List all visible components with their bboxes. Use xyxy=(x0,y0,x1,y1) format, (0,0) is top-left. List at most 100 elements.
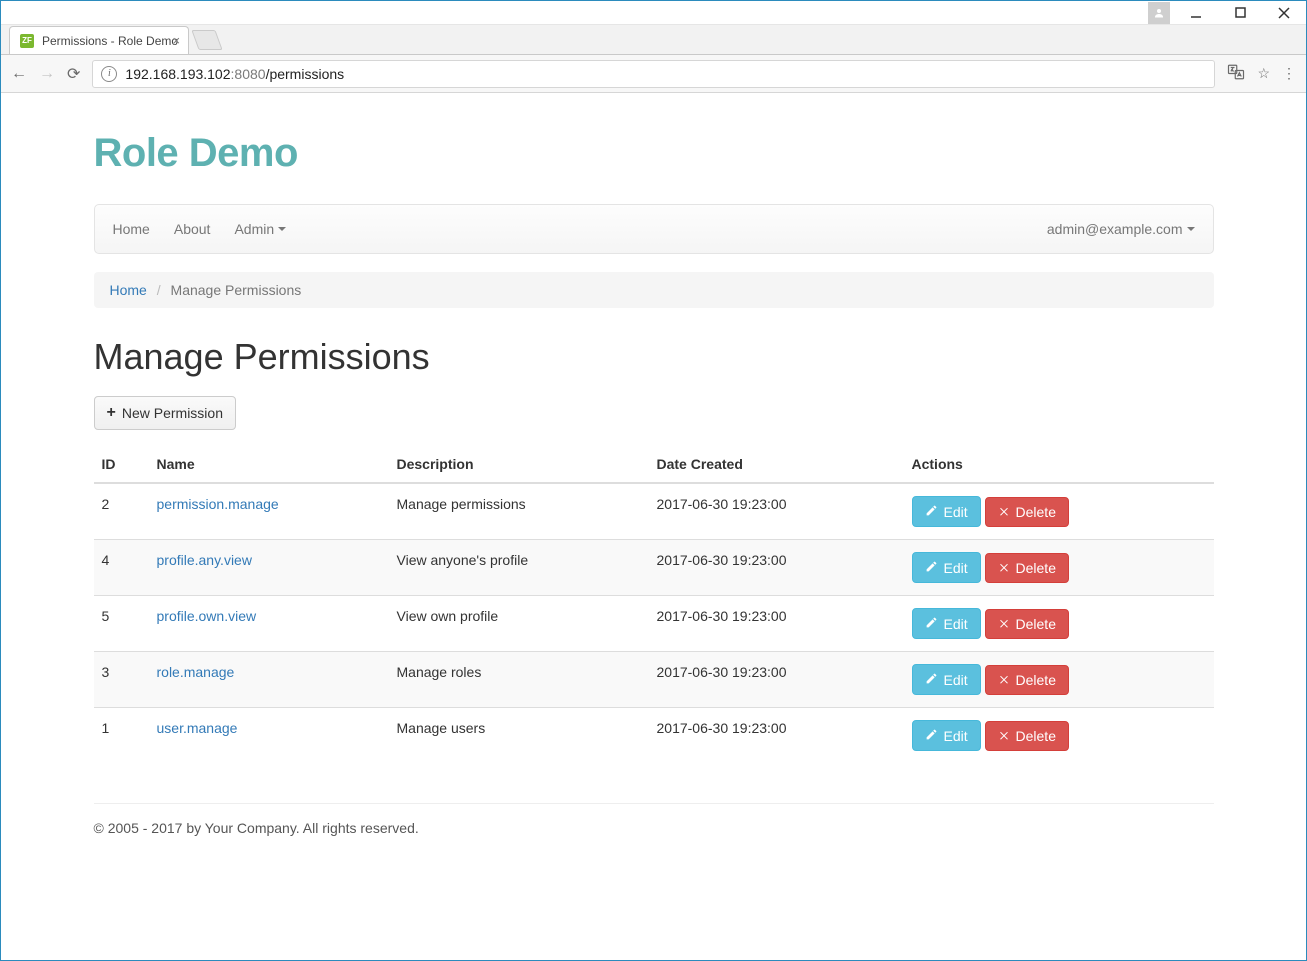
breadcrumb-home[interactable]: Home xyxy=(110,282,147,298)
cell-description: Manage users xyxy=(389,708,649,764)
plus-icon: + xyxy=(107,405,116,421)
forward-button: → xyxy=(39,65,55,83)
cell-date: 2017-06-30 19:23:00 xyxy=(649,483,904,540)
edit-button[interactable]: Edit xyxy=(912,720,981,751)
edit-label: Edit xyxy=(944,617,968,631)
cell-id: 3 xyxy=(94,652,149,708)
delete-label: Delete xyxy=(1016,673,1056,687)
delete-button[interactable]: Delete xyxy=(985,497,1069,527)
new-permission-button[interactable]: + New Permission xyxy=(94,396,236,430)
chrome-menu-icon[interactable]: ⋮ xyxy=(1282,65,1296,82)
url-path: /permissions xyxy=(266,66,345,82)
col-id: ID xyxy=(94,446,149,483)
col-description: Description xyxy=(389,446,649,483)
page-viewport: Role Demo Home About Admin admin@example… xyxy=(1,93,1306,960)
bookmark-star-icon[interactable]: ☆ xyxy=(1257,65,1270,82)
reload-button[interactable]: ⟳ xyxy=(67,64,80,84)
breadcrumb-separator: / xyxy=(151,282,167,298)
cell-description: Manage roles xyxy=(389,652,649,708)
table-row: 5 profile.own.view View own profile 2017… xyxy=(94,596,1214,652)
table-row: 3 role.manage Manage roles 2017-06-30 19… xyxy=(94,652,1214,708)
new-tab-button[interactable] xyxy=(191,30,222,50)
permission-name-link[interactable]: permission.manage xyxy=(157,496,279,512)
page-title: Manage Permissions xyxy=(94,336,1214,378)
permission-name-link[interactable]: profile.any.view xyxy=(157,552,252,568)
breadcrumb: Home / Manage Permissions xyxy=(94,272,1214,308)
tab-title: Permissions - Role Demo xyxy=(42,34,178,48)
cell-id: 2 xyxy=(94,483,149,540)
browser-toolbar: ← → ⟳ i 192.168.193.102:8080/permissions… xyxy=(1,55,1306,93)
remove-icon xyxy=(998,673,1010,687)
window-minimize-button[interactable] xyxy=(1174,1,1218,25)
edit-button[interactable]: Edit xyxy=(912,552,981,583)
cell-description: Manage permissions xyxy=(389,483,649,540)
table-row: 2 permission.manage Manage permissions 2… xyxy=(94,483,1214,540)
caret-down-icon xyxy=(278,227,286,231)
url-host: 192.168.193.102 xyxy=(125,66,230,82)
edit-label: Edit xyxy=(944,561,968,575)
window-maximize-button[interactable] xyxy=(1218,1,1262,25)
footer-separator xyxy=(94,803,1214,804)
nav-admin-label: Admin xyxy=(234,221,274,237)
pencil-icon xyxy=(925,560,938,575)
url-port: :8080 xyxy=(231,66,266,82)
col-actions: Actions xyxy=(904,446,1214,483)
nav-home-label: Home xyxy=(113,221,150,237)
tab-close-icon[interactable]: × xyxy=(172,33,180,48)
cell-date: 2017-06-30 19:23:00 xyxy=(649,708,904,764)
new-permission-label: New Permission xyxy=(122,406,223,420)
remove-icon xyxy=(998,729,1010,743)
pencil-icon xyxy=(925,616,938,631)
cell-date: 2017-06-30 19:23:00 xyxy=(649,540,904,596)
remove-icon xyxy=(998,505,1010,519)
col-name: Name xyxy=(149,446,389,483)
user-account-icon[interactable] xyxy=(1148,2,1170,24)
delete-button[interactable]: Delete xyxy=(985,665,1069,695)
remove-icon xyxy=(998,617,1010,631)
delete-label: Delete xyxy=(1016,617,1056,631)
pencil-icon xyxy=(925,728,938,743)
permissions-table: ID Name Description Date Created Actions… xyxy=(94,446,1214,763)
table-row: 4 profile.any.view View anyone's profile… xyxy=(94,540,1214,596)
edit-label: Edit xyxy=(944,505,968,519)
cell-id: 1 xyxy=(94,708,149,764)
edit-label: Edit xyxy=(944,729,968,743)
delete-button[interactable]: Delete xyxy=(985,609,1069,639)
table-row: 1 user.manage Manage users 2017-06-30 19… xyxy=(94,708,1214,764)
cell-id: 4 xyxy=(94,540,149,596)
edit-button[interactable]: Edit xyxy=(912,608,981,639)
cell-description: View anyone's profile xyxy=(389,540,649,596)
pencil-icon xyxy=(925,672,938,687)
cell-description: View own profile xyxy=(389,596,649,652)
delete-label: Delete xyxy=(1016,561,1056,575)
nav-admin[interactable]: Admin xyxy=(234,221,286,237)
browser-tabstrip: ZF Permissions - Role Demo × xyxy=(1,25,1306,55)
delete-button[interactable]: Delete xyxy=(985,553,1069,583)
delete-button[interactable]: Delete xyxy=(985,721,1069,751)
nav-home[interactable]: Home xyxy=(113,221,150,237)
back-button[interactable]: ← xyxy=(11,65,27,83)
delete-label: Delete xyxy=(1016,729,1056,743)
footer-text: © 2005 - 2017 by Your Company. All right… xyxy=(94,820,1214,836)
brand-title: Role Demo xyxy=(94,131,1214,176)
pencil-icon xyxy=(925,504,938,519)
caret-down-icon xyxy=(1187,227,1195,231)
translate-icon[interactable] xyxy=(1227,63,1245,84)
nav-about[interactable]: About xyxy=(174,221,211,237)
edit-button[interactable]: Edit xyxy=(912,496,981,527)
edit-button[interactable]: Edit xyxy=(912,664,981,695)
browser-tab[interactable]: ZF Permissions - Role Demo × xyxy=(9,26,189,54)
nav-user-label: admin@example.com xyxy=(1047,221,1183,237)
site-info-icon[interactable]: i xyxy=(101,66,117,82)
breadcrumb-current: Manage Permissions xyxy=(171,282,302,298)
zend-favicon-icon: ZF xyxy=(20,34,34,48)
address-bar[interactable]: i 192.168.193.102:8080/permissions xyxy=(92,60,1215,88)
permission-name-link[interactable]: role.manage xyxy=(157,664,235,680)
main-navbar: Home About Admin admin@example.com xyxy=(94,204,1214,254)
col-date-created: Date Created xyxy=(649,446,904,483)
permission-name-link[interactable]: user.manage xyxy=(157,720,238,736)
permission-name-link[interactable]: profile.own.view xyxy=(157,608,257,624)
edit-label: Edit xyxy=(944,673,968,687)
window-close-button[interactable] xyxy=(1262,1,1306,25)
nav-user-menu[interactable]: admin@example.com xyxy=(1047,221,1195,237)
